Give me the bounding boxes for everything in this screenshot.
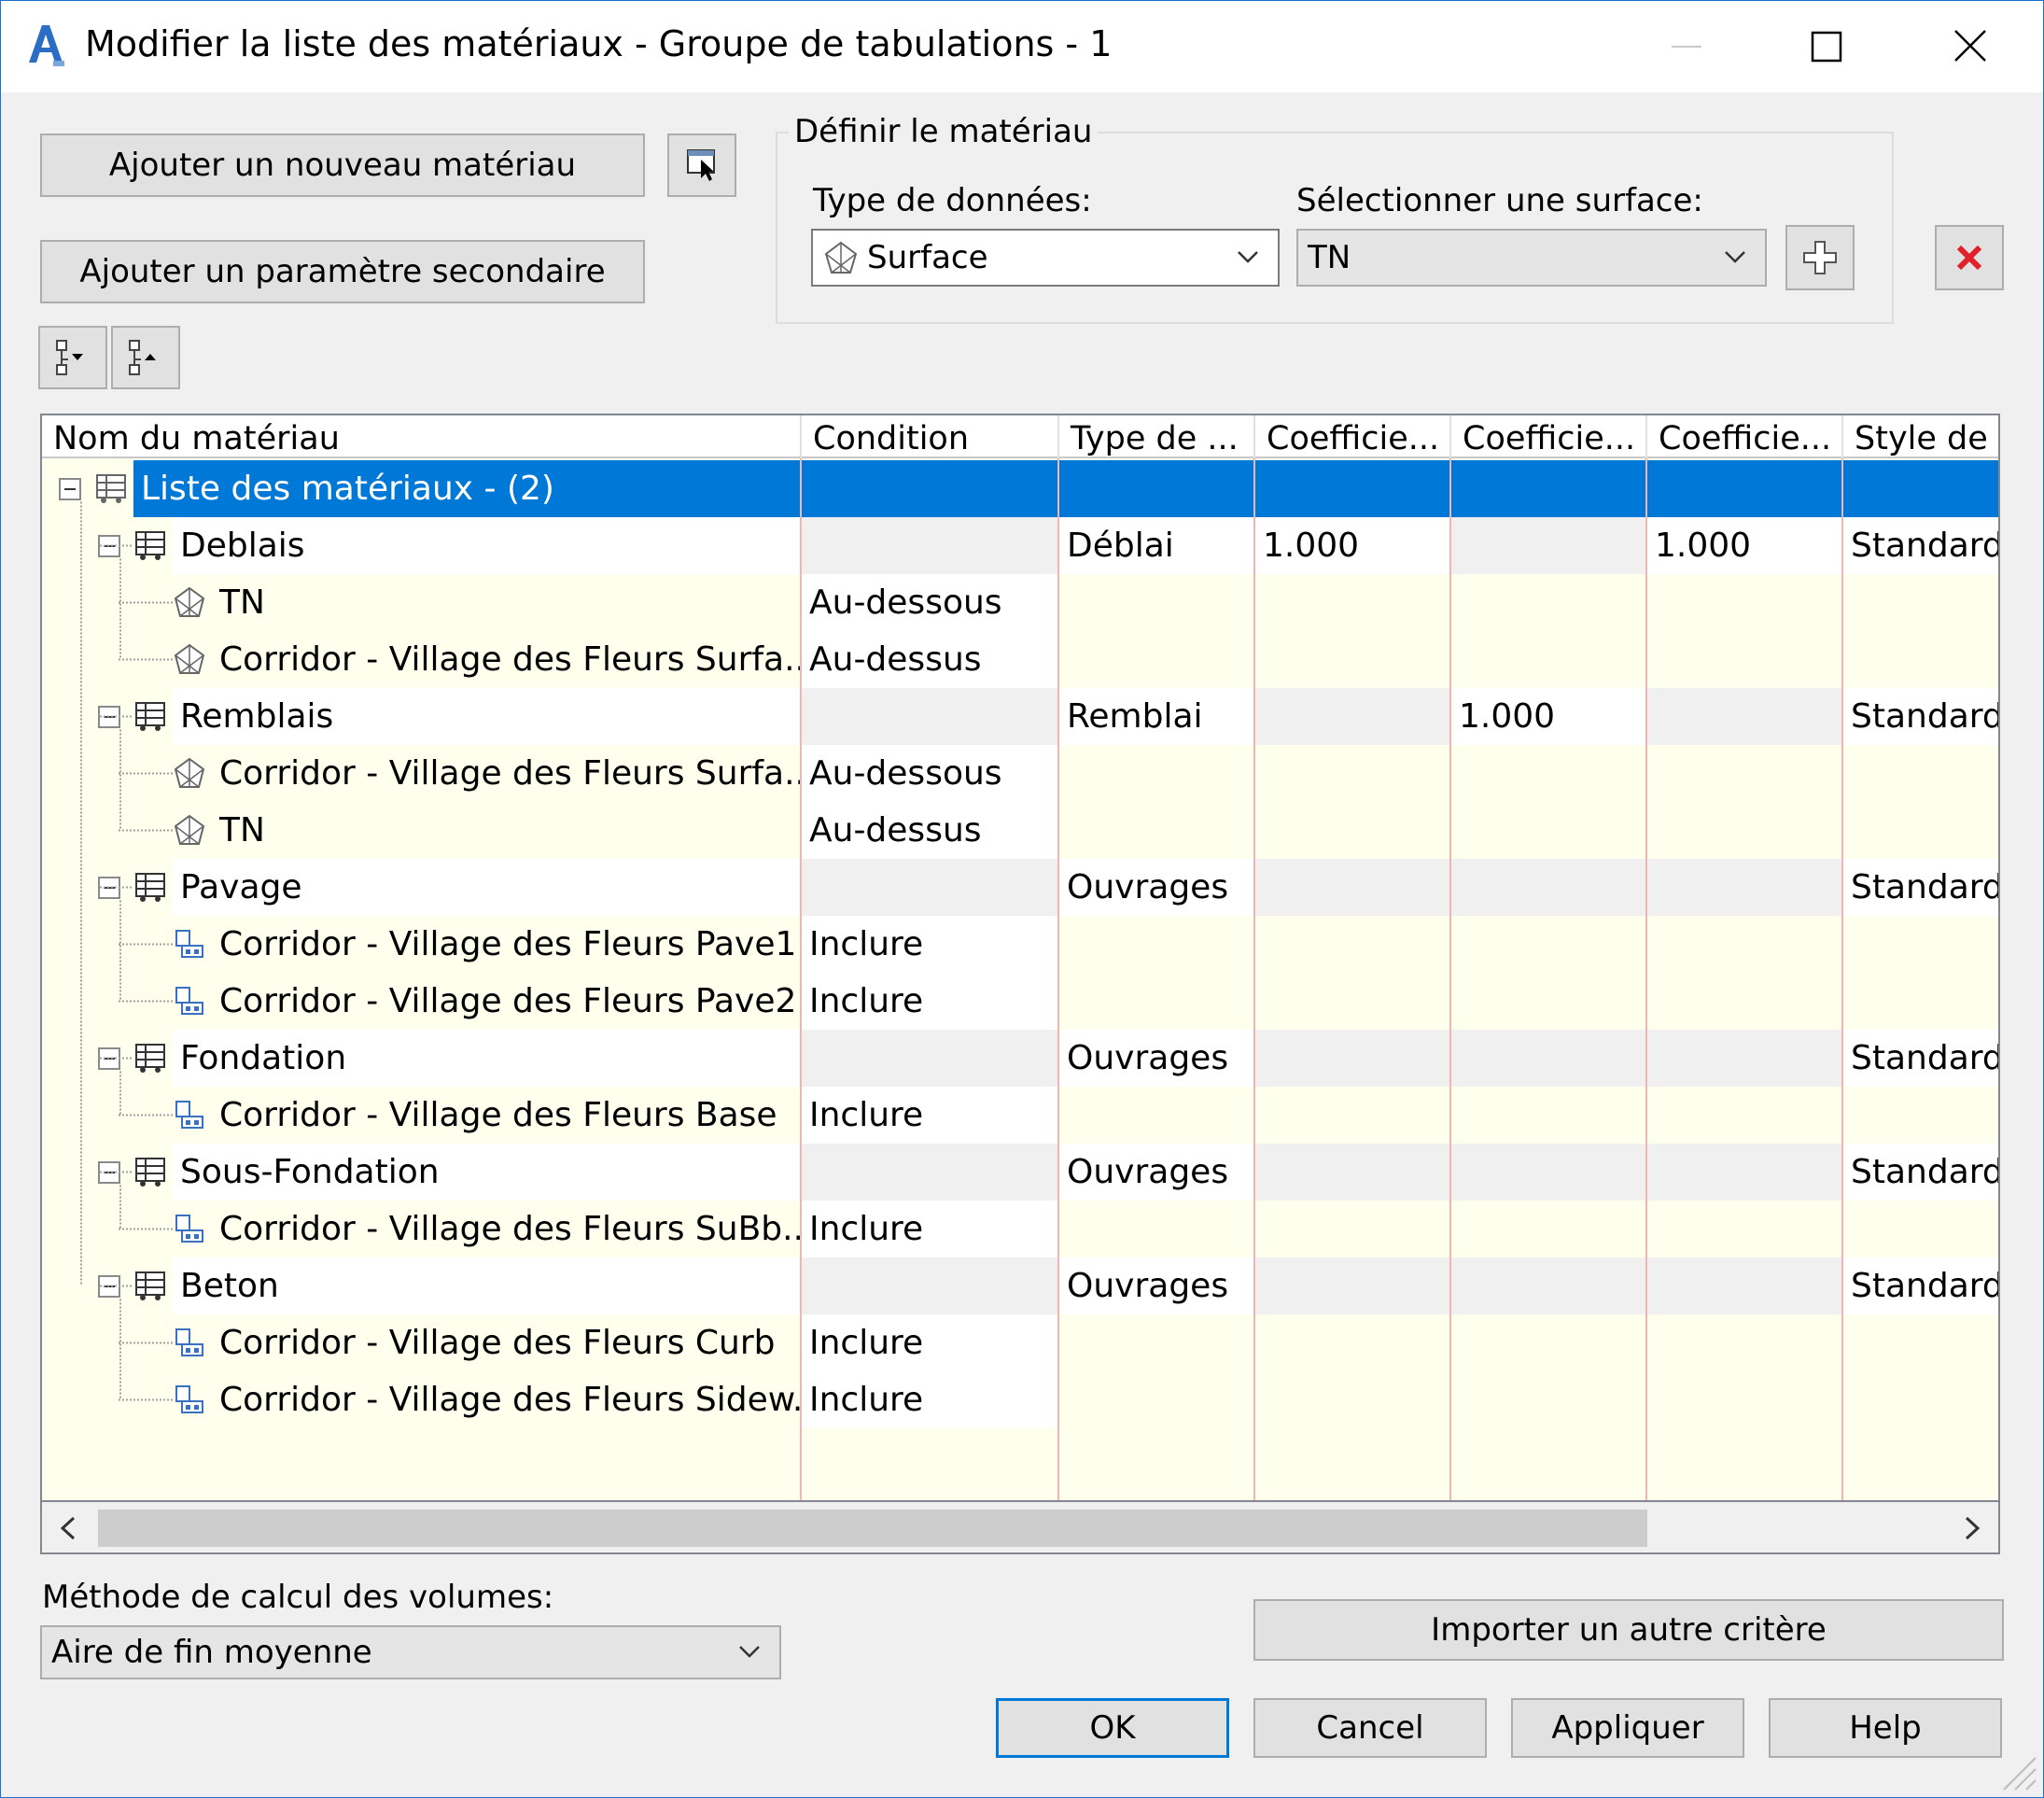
data-type-value: Surface: [867, 239, 988, 276]
volume-method-label: Méthode de calcul des volumes:: [42, 1579, 554, 1616]
add-surface-button[interactable]: [1785, 225, 1855, 290]
volume-method-value: Aire de fin moyenne: [51, 1634, 372, 1671]
grid-column-divider: [1645, 458, 1647, 1500]
resize-grip-icon[interactable]: [1998, 1752, 2039, 1793]
plus-icon: [1803, 241, 1837, 274]
add-material-button[interactable]: Ajouter un nouveau matériau: [40, 133, 645, 197]
grid-column-divider: [1449, 458, 1451, 1500]
material-grid[interactable]: Nom du matériau Condition Type de ... Coeff…: [40, 414, 2000, 1502]
close-button[interactable]: [1914, 14, 2026, 79]
ok-button[interactable]: OK: [996, 1698, 1229, 1758]
delete-x-icon: [1956, 245, 1982, 271]
autocad-app-icon: [29, 25, 64, 66]
help-button[interactable]: Help: [1769, 1698, 2002, 1758]
minimize-button[interactable]: [1631, 14, 1743, 79]
grid-column-divider: [1841, 458, 1843, 1500]
grid-column-divider: [1057, 458, 1059, 1500]
scroll-right-icon[interactable]: [1961, 1515, 1983, 1541]
delete-button[interactable]: [1935, 225, 2004, 290]
select-surface-value: TN: [1308, 239, 1351, 276]
data-type-label: Type de données:: [813, 182, 1092, 219]
define-material-group-label: Définir le matériau: [789, 113, 1099, 150]
expand-tree-button[interactable]: [38, 326, 107, 389]
cancel-button[interactable]: Cancel: [1253, 1698, 1487, 1758]
grid-column-divider: [800, 458, 802, 1500]
chevron-down-icon: [1725, 251, 1745, 263]
define-material-group: [776, 132, 1894, 324]
horizontal-scrollbar[interactable]: [40, 1502, 2000, 1554]
maximize-button[interactable]: [1771, 14, 1883, 79]
tree-connector-lines: [80, 501, 173, 1401]
select-surface-label: Sélectionner une surface:: [1296, 182, 1703, 219]
dialog-window: Modifier la liste des matériaux - Groupe…: [0, 0, 2044, 1798]
scrollbar-thumb[interactable]: [98, 1510, 1647, 1547]
chevron-down-icon: [739, 1646, 760, 1658]
pick-from-drawing-icon: [687, 149, 715, 181]
volume-method-dropdown[interactable]: Aire de fin moyenne: [40, 1625, 781, 1679]
surface-icon: [824, 241, 858, 274]
data-type-dropdown[interactable]: Surface: [811, 229, 1280, 287]
collapse-tree-icon: [129, 340, 156, 375]
window-title: Modifier la liste des matériaux - Groupe…: [85, 23, 1113, 64]
pick-from-drawing-button[interactable]: [667, 133, 736, 197]
apply-button[interactable]: Appliquer: [1511, 1698, 1744, 1758]
grid-column-divider: [1253, 458, 1255, 1500]
select-surface-dropdown[interactable]: TN: [1296, 229, 1767, 287]
collapse-tree-button[interactable]: [111, 326, 180, 389]
scroll-left-icon[interactable]: [57, 1515, 79, 1541]
add-secondary-parameter-button[interactable]: Ajouter un paramètre secondaire: [40, 240, 645, 303]
import-criteria-button[interactable]: Importer un autre critère: [1253, 1599, 2004, 1661]
chevron-down-icon: [1238, 251, 1258, 263]
expand-tree-icon: [56, 340, 83, 375]
title-bar: Modifier la liste des matériaux - Groupe…: [1, 1, 2043, 92]
